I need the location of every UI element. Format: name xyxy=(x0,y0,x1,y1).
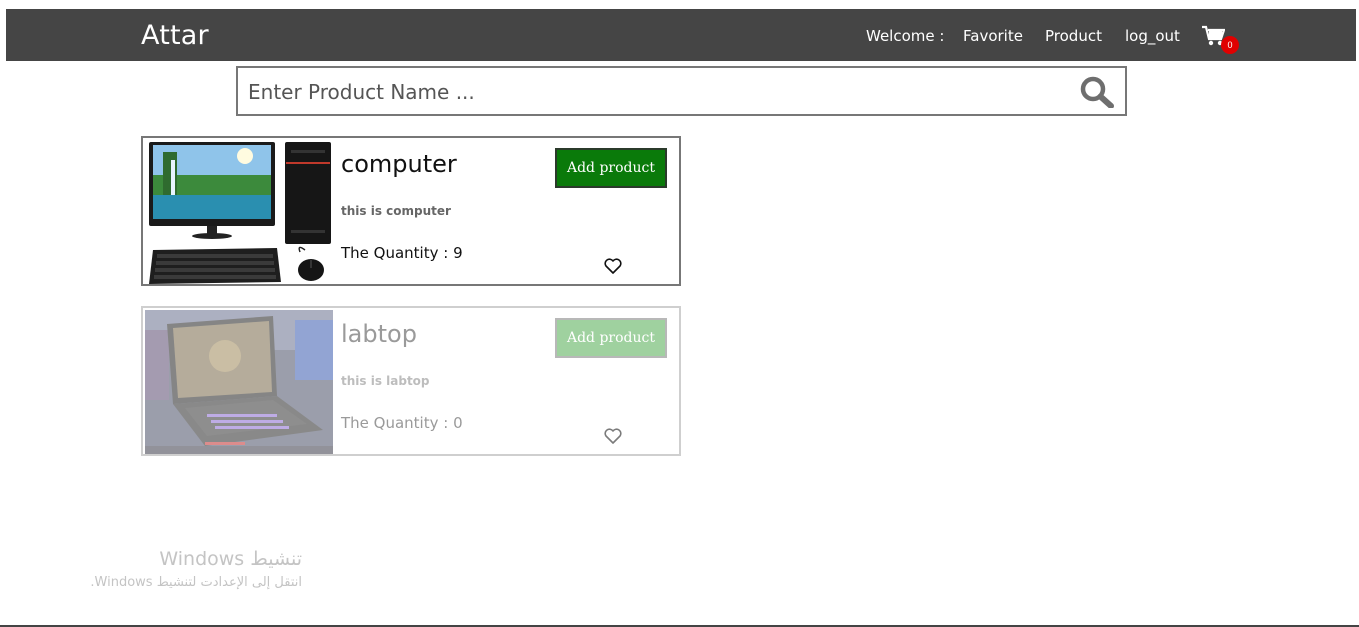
add-product-button[interactable]: Add product xyxy=(555,148,667,188)
top-strip xyxy=(0,0,1359,9)
search-input[interactable] xyxy=(246,74,1070,110)
product-card: computer this is computer The Quantity :… xyxy=(141,136,681,286)
product-description: this is computer xyxy=(341,204,451,218)
product-name: computer xyxy=(341,150,457,178)
nav-favorite-link[interactable]: Favorite xyxy=(963,27,1023,45)
product-name: labtop xyxy=(341,320,417,348)
windows-activation-subtitle: انتقل إلى الإعدادت لتنشيط Windows. xyxy=(90,575,302,590)
search-icon[interactable] xyxy=(1080,76,1114,108)
search-bar xyxy=(236,66,1127,116)
product-quantity: The Quantity : 9 xyxy=(341,244,463,262)
windows-activation-title: تنشيط Windows xyxy=(159,548,302,570)
product-quantity: The Quantity : 0 xyxy=(341,414,463,432)
heart-icon[interactable] xyxy=(604,258,622,274)
product-card: labtop this is labtop The Quantity : 0 A… xyxy=(141,306,681,456)
add-product-button[interactable]: Add product xyxy=(555,318,667,358)
product-description: this is labtop xyxy=(341,374,430,388)
product-image-computer xyxy=(145,140,333,284)
nav-welcome: Welcome : xyxy=(866,27,945,45)
nav-product-link[interactable]: Product xyxy=(1045,27,1102,45)
nav-logout-link[interactable]: log_out xyxy=(1125,27,1180,45)
brand-logo[interactable]: Attar xyxy=(141,20,209,51)
heart-icon[interactable] xyxy=(604,428,622,444)
navbar: Attar Welcome : Favorite Product log_out… xyxy=(6,9,1356,61)
product-image-labtop xyxy=(145,310,333,454)
cart-count-badge: 0 xyxy=(1221,36,1239,54)
